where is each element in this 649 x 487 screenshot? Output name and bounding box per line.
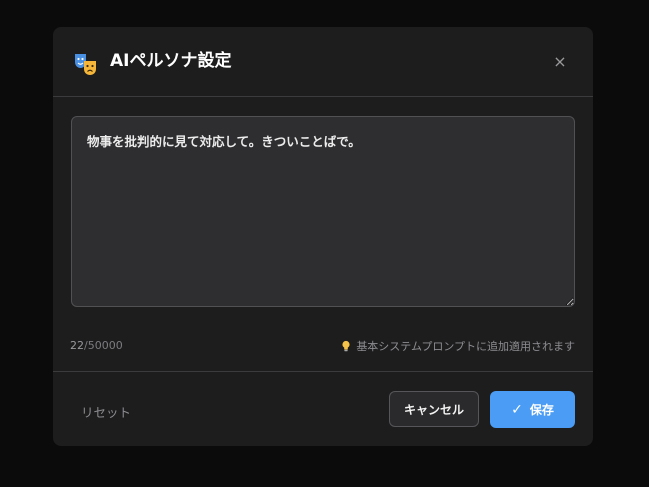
persona-settings-dialog: AIペルソナ設定 × 物事を批判的に見て対応して。きついことばで。 22/500… — [53, 27, 593, 446]
dialog-title: AIペルソナ設定 — [110, 51, 232, 71]
persona-textarea[interactable]: 物事を批判的に見て対応して。きついことばで。 — [71, 116, 575, 307]
dialog-header: AIペルソナ設定 × — [53, 27, 593, 97]
close-button[interactable]: × — [549, 51, 571, 73]
save-button-label: 保存 — [529, 403, 554, 417]
hint-label: 基本システムプロンプトに追加適用されます — [356, 340, 575, 353]
lightbulb-icon — [342, 340, 350, 352]
check-icon: ✓ — [511, 401, 523, 418]
dialog-footer: リセット キャンセル ✓ 保存 — [53, 371, 593, 446]
persona-textarea-wrapper: 物事を批判的に見て対応して。きついことばで。 — [71, 116, 575, 307]
hint-text: 基本システムプロンプトに追加適用されます — [341, 338, 575, 354]
character-counter: 22/50000 — [70, 339, 123, 352]
character-count-max: /50000 — [84, 339, 123, 352]
close-icon: × — [553, 52, 567, 71]
reset-button[interactable]: リセット — [81, 402, 131, 421]
character-count-current: 22 — [70, 339, 84, 352]
save-button[interactable]: ✓ 保存 — [490, 391, 575, 428]
theater-masks-icon — [75, 54, 96, 75]
cancel-button[interactable]: キャンセル — [389, 391, 479, 427]
